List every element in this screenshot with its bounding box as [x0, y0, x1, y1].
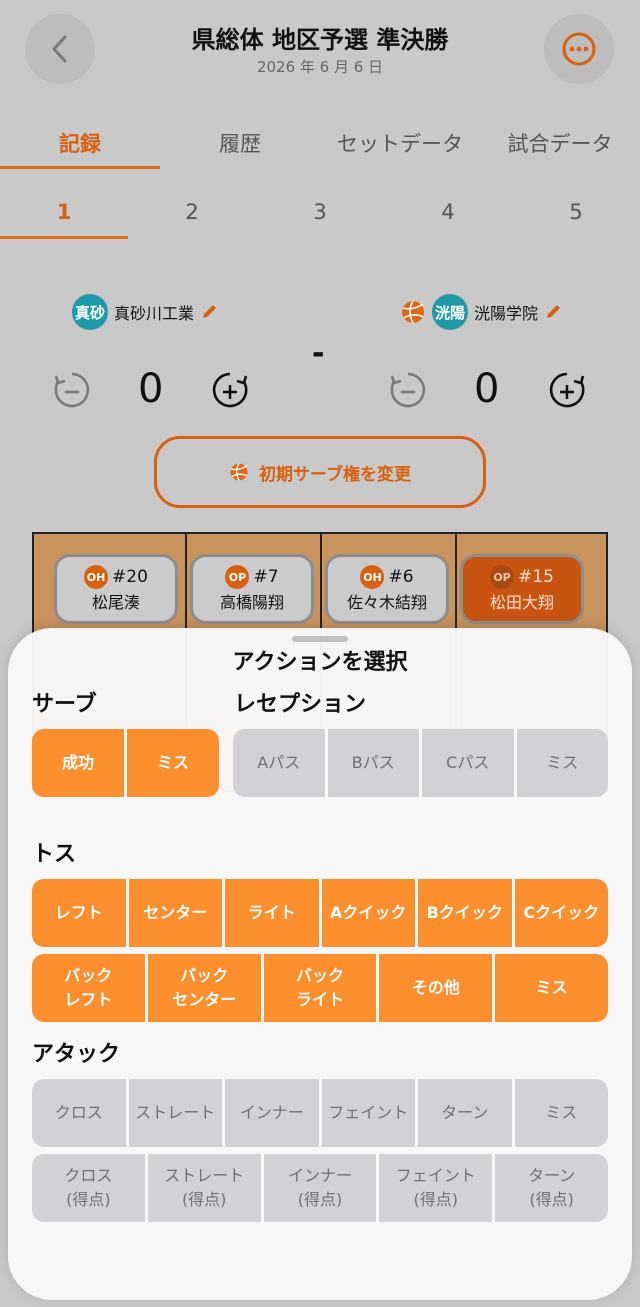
away-team-name: 洸陽学院 [474, 304, 539, 323]
away-team: 洸陽 洸陽学院 [400, 294, 562, 330]
position-badge: OP [490, 565, 515, 589]
toss-back-right-button[interactable]: バック ライト [263, 954, 377, 1022]
set-tab-4[interactable]: 4 [428, 200, 468, 224]
tab-match-data[interactable]: 試合データ [480, 128, 640, 158]
player-card[interactable]: OH #20 松尾湊 [54, 554, 178, 624]
player-card[interactable]: OH #6 佐々木結翔 [325, 554, 449, 624]
tab-record[interactable]: 記録 [0, 128, 160, 158]
player-card[interactable]: OP #7 高橋陽翔 [190, 554, 314, 624]
tab-indicator [0, 166, 160, 169]
attack-straight-button[interactable]: ストレート [128, 1079, 222, 1147]
edit-pencil-icon[interactable] [200, 303, 218, 321]
player-name: 佐々木結翔 [346, 593, 427, 612]
toss-a-quick-button[interactable]: Aクイック [321, 879, 415, 947]
toss-back-left-button[interactable]: バック レフト [32, 954, 145, 1022]
serve-buttons: 成功 ミス [32, 729, 219, 797]
set-tab-5[interactable]: 5 [556, 200, 596, 224]
away-undo-icon[interactable] [388, 370, 428, 410]
position-badge: OH [84, 565, 109, 589]
attack-feint-point-button[interactable]: フェイント (得点) [379, 1154, 493, 1222]
away-team-badge: 洸陽 [432, 294, 468, 330]
set-tab-indicator [0, 236, 128, 239]
player-name: 松田大翔 [489, 593, 554, 612]
toss-back-center-button[interactable]: バック センター [147, 954, 261, 1022]
more-icon [562, 32, 596, 66]
reception-a-pass-button[interactable]: Aパス [233, 729, 325, 797]
home-undo-icon[interactable] [52, 370, 92, 410]
score-separator: - [312, 336, 325, 371]
change-serve-label: 初期サーブ権を変更 [259, 464, 411, 485]
reception-buttons: Aパス Bパス Cパス ミス [233, 729, 608, 797]
player-name: 高橋陽翔 [219, 593, 284, 612]
reception-b-pass-button[interactable]: Bパス [327, 729, 419, 797]
sheet-title: アクションを選択 [232, 650, 408, 675]
reception-miss-button[interactable]: ミス [516, 729, 608, 797]
away-increment-icon[interactable] [547, 370, 587, 410]
home-team: 真砂 真砂川工業 [72, 294, 218, 330]
toss-b-quick-button[interactable]: Bクイック [418, 879, 512, 947]
toss-buttons-row1: レフト センター ライト Aクイック Bクイック Cクイック [32, 879, 608, 947]
serve-section-label: サーブ [32, 692, 97, 717]
toss-right-button[interactable]: ライト [225, 879, 319, 947]
change-serve-button[interactable]: 初期サーブ権を変更 [154, 436, 486, 508]
home-team-badge: 真砂 [72, 294, 108, 330]
attack-section-label: アタック [32, 1042, 121, 1067]
toss-c-quick-button[interactable]: Cクイック [514, 879, 608, 947]
home-score: 0 [138, 366, 164, 412]
more-button[interactable] [544, 14, 614, 84]
player-name: 松尾湊 [91, 593, 140, 612]
attack-buttons-row1: クロス ストレート インナー フェイント ターン ミス [32, 1079, 608, 1147]
away-score: 0 [474, 366, 500, 412]
attack-cross-button[interactable]: クロス [32, 1079, 126, 1147]
reception-c-pass-button[interactable]: Cパス [422, 729, 514, 797]
set-tab-1[interactable]: 1 [44, 200, 84, 224]
toss-miss-button[interactable]: ミス [495, 954, 608, 1022]
reception-section-label: レセプション [234, 692, 367, 717]
attack-turn-button[interactable]: ターン [418, 1079, 512, 1147]
toss-other-button[interactable]: その他 [379, 954, 493, 1022]
tab-history[interactable]: 履歴 [160, 128, 320, 158]
attack-inner-button[interactable]: インナー [225, 1079, 319, 1147]
attack-cross-point-button[interactable]: クロス (得点) [32, 1154, 145, 1222]
serve-success-button[interactable]: 成功 [32, 729, 124, 797]
toss-left-button[interactable]: レフト [32, 879, 126, 947]
player-card-selected[interactable]: OP #15 松田大翔 [460, 554, 584, 624]
player-number: #20 [112, 567, 148, 587]
toss-section-label: トス [32, 842, 77, 867]
home-team-name: 真砂川工業 [114, 304, 195, 323]
set-tab-2[interactable]: 2 [172, 200, 212, 224]
tab-set-data[interactable]: セットデータ [320, 128, 480, 158]
attack-miss-button[interactable]: ミス [514, 1079, 608, 1147]
toss-buttons-row2: バック レフト バック センター バック ライト その他 ミス [32, 954, 608, 1022]
serve-miss-button[interactable]: ミス [127, 729, 219, 797]
volleyball-icon [402, 300, 424, 324]
edit-pencil-icon[interactable] [544, 303, 562, 321]
home-increment-icon[interactable] [210, 370, 250, 410]
sheet-grabber[interactable] [292, 636, 348, 642]
player-number: #6 [388, 567, 414, 587]
attack-feint-button[interactable]: フェイント [321, 1079, 415, 1147]
attack-buttons-row2: クロス (得点) ストレート (得点) インナー (得点) フェイント (得点) ターン… [32, 1154, 608, 1222]
attack-inner-point-button[interactable]: インナー (得点) [263, 1154, 377, 1222]
set-tab-3[interactable]: 3 [300, 200, 340, 224]
player-number: #7 [253, 567, 279, 587]
player-number: #15 [518, 567, 554, 587]
volleyball-icon [230, 463, 248, 481]
position-badge: OP [225, 565, 250, 589]
position-badge: OH [360, 565, 385, 589]
attack-straight-point-button[interactable]: ストレート (得点) [147, 1154, 261, 1222]
attack-turn-point-button[interactable]: ターン (得点) [495, 1154, 608, 1222]
match-date: 2026 年 6 月 6 日 [256, 58, 384, 76]
toss-center-button[interactable]: センター [128, 879, 222, 947]
